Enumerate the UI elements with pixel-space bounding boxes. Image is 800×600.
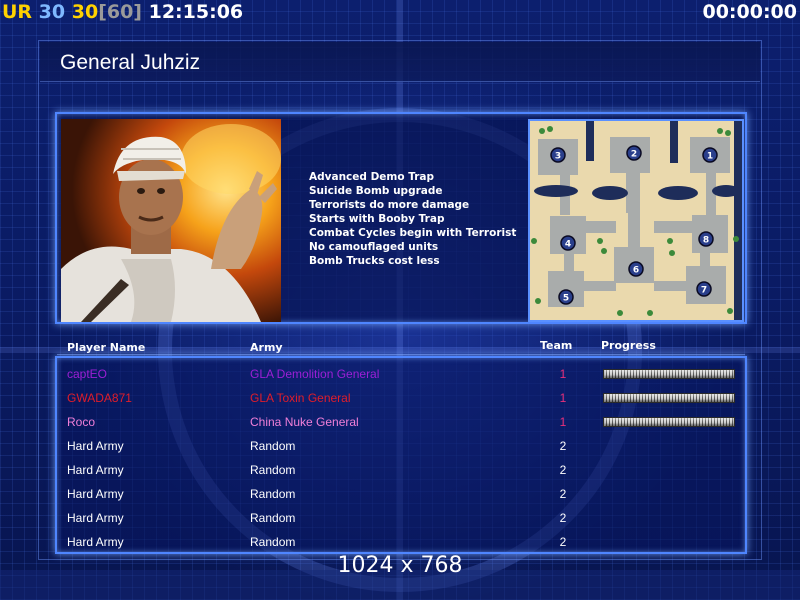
player-team: 1 (559, 415, 567, 429)
fps-and-clock-readout: UR 30 30[60] 12:15:06 (2, 1, 243, 25)
player-army: Random (250, 511, 296, 525)
feature-item: Combat Cycles begin with Terrorist (309, 227, 517, 239)
start-position-marker-5[interactable]: 5 (558, 289, 574, 305)
feature-item: Advanced Demo Trap (309, 171, 435, 183)
general-feature-list: Advanced Demo Trap Suicide Bomb upgrade … (309, 170, 539, 268)
player-row[interactable]: GWADA871 GLA Toxin General 1 (57, 386, 745, 410)
player-row[interactable]: Hard Army Random 2 (57, 434, 745, 458)
start-position-marker-3[interactable]: 3 (550, 147, 566, 163)
player-row[interactable]: Hard Army Random 2 (57, 506, 745, 530)
player-row[interactable]: Hard Army Random 2 (57, 482, 745, 506)
header-player-name: Player Name (67, 341, 146, 354)
start-position-marker-8[interactable]: 8 (698, 231, 714, 247)
player-army: GLA Toxin General (250, 391, 351, 405)
player-name: GWADA871 (67, 391, 132, 405)
svg-text:8: 8 (703, 236, 709, 246)
svg-text:4: 4 (565, 240, 571, 250)
feature-item: Terrorists do more damage (309, 199, 470, 211)
feature-item: No camouflaged units (309, 241, 439, 253)
player-team: 2 (559, 511, 567, 525)
svg-text:6: 6 (633, 266, 639, 276)
svg-text:5: 5 (563, 294, 569, 304)
game-timer: 00:00:00 (702, 1, 797, 23)
player-name: captEO (67, 367, 108, 381)
player-team: 2 (559, 487, 567, 501)
player-army: Random (250, 439, 296, 453)
title-bar: General Juhziz (40, 42, 760, 82)
player-army: GLA Demolition General (250, 367, 380, 381)
svg-text:3: 3 (555, 152, 561, 162)
feature-item: Suicide Bomb upgrade (309, 185, 443, 197)
load-progress-bar (603, 393, 735, 403)
player-team: 2 (559, 439, 567, 453)
header-army: Army (250, 341, 283, 354)
hud-segment: 30 (32, 1, 66, 23)
player-name: Hard Army (67, 439, 124, 453)
player-list: captEO GLA Demolition General 1 GWADA871 GLA… (55, 356, 747, 554)
player-team: 1 (559, 367, 567, 381)
hud-segment: 30 (65, 1, 99, 23)
player-name: Hard Army (67, 535, 124, 549)
general-info-panel: Advanced Demo Trap Suicide Bomb upgrade … (55, 112, 747, 324)
header-progress: Progress (601, 339, 656, 352)
page-title: General Juhziz (60, 51, 201, 74)
start-position-marker-1[interactable]: 1 (702, 147, 718, 163)
player-army: Random (250, 487, 296, 501)
player-row[interactable]: captEO GLA Demolition General 1 (57, 362, 745, 386)
feature-item: Starts with Booby Trap (309, 213, 445, 225)
svg-text:1: 1 (707, 152, 713, 162)
header-team: Team (540, 339, 573, 352)
player-team: 1 (559, 391, 567, 405)
player-row[interactable]: Hard Army Random 2 (57, 530, 745, 554)
svg-text:2: 2 (631, 150, 637, 160)
player-army: China Nuke General (250, 415, 359, 429)
svg-text:7: 7 (701, 286, 707, 296)
load-progress-bar (603, 417, 735, 427)
start-position-marker-6[interactable]: 6 (628, 261, 644, 277)
general-portrait (61, 119, 281, 322)
start-position-marker-7[interactable]: 7 (696, 281, 712, 297)
feature-item: Bomb Trucks cost less (309, 255, 440, 267)
header-divider (57, 354, 745, 355)
resolution-label: 1024 x 768 (337, 553, 463, 578)
start-position-marker-2[interactable]: 2 (626, 145, 642, 161)
hud-segment: [60] (98, 1, 142, 23)
player-name: Roco (67, 415, 96, 429)
hud-segment: 12:15:06 (142, 1, 244, 23)
hud-segment: UR (2, 1, 33, 23)
start-position-marker-4[interactable]: 4 (560, 235, 576, 251)
player-army: Random (250, 463, 296, 477)
load-progress-bar (603, 369, 735, 379)
player-name: Hard Army (67, 487, 124, 501)
player-team: 2 (559, 535, 567, 549)
player-name: Hard Army (67, 463, 124, 477)
map-preview[interactable]: 1 2 3 4 5 6 7 8 (528, 119, 744, 322)
player-row[interactable]: Roco China Nuke General 1 (57, 410, 745, 434)
player-army: Random (250, 535, 296, 549)
player-row[interactable]: Hard Army Random 2 (57, 458, 745, 482)
player-team: 2 (559, 463, 567, 477)
player-name: Hard Army (67, 511, 124, 525)
